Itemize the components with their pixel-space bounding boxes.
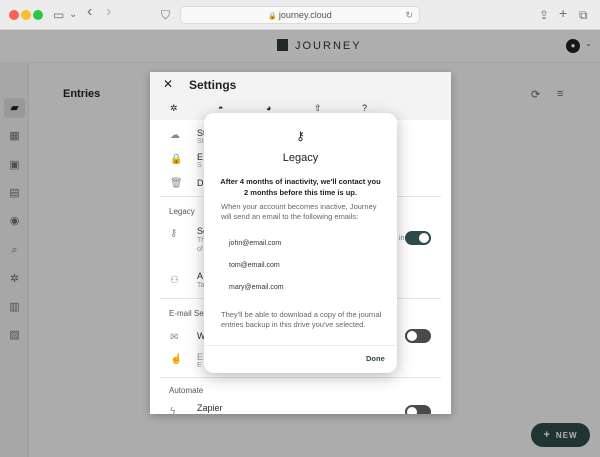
encryption-row-sub: S (197, 162, 202, 169)
legacy-section-title: Legacy (169, 207, 195, 216)
zoom-window-button[interactable] (33, 10, 43, 20)
tabs-overview-icon[interactable]: ⧉ (579, 7, 588, 23)
settings-title: Settings (189, 78, 237, 92)
toggle-knob (407, 407, 417, 414)
mail-icon: ✉ (170, 332, 179, 343)
legacy-modal-body: When your account becomes inactive, Jour… (221, 202, 377, 221)
reload-icon[interactable]: ↻ (405, 7, 413, 23)
legacy-modal-footer-text: They'll be able to download a copy of th… (221, 310, 382, 329)
legacy-email-item: john@email.com (229, 240, 282, 247)
divider (204, 345, 397, 346)
browser-toolbar: ▭ ⌄ ‹ › ⛉ 🔒 journey.cloud ↻ ⇪ + ⧉ (0, 0, 600, 30)
delete-row-label[interactable]: D (197, 178, 204, 188)
storage-row-sub: St (197, 138, 204, 145)
add-contact-row-label[interactable]: A (197, 271, 203, 281)
close-icon[interactable]: ✕ (163, 77, 173, 91)
address-url: journey.cloud (278, 10, 332, 20)
chevron-down-icon[interactable]: ⌄ (69, 7, 77, 23)
legacy-modal: ⚷ Legacy After 4 months of inactivity, w… (204, 113, 397, 373)
minimize-window-button[interactable] (21, 10, 31, 20)
legacy-toggle[interactable] (405, 231, 431, 245)
forward-icon[interactable]: › (106, 4, 111, 20)
zapier-toggle[interactable] (405, 405, 431, 414)
address-bar[interactable]: 🔒 journey.cloud ↻ (180, 6, 420, 24)
tab-general[interactable]: ✲ (170, 103, 178, 114)
add-person-icon: ⚇ (170, 275, 179, 286)
automate-section-title: Automate (169, 386, 204, 395)
done-button[interactable]: Done (366, 354, 385, 363)
legacy-email-item: tom@email.com (229, 262, 280, 269)
toggle-knob (419, 233, 429, 243)
weekly-email-toggle[interactable] (405, 329, 431, 343)
lock-icon: 🔒 (268, 13, 277, 20)
email-section-title: E-mail Se (169, 309, 204, 318)
tab-account[interactable]: ◓ (218, 103, 223, 113)
hand-icon: ☝ (170, 354, 183, 365)
divider (160, 377, 441, 378)
back-icon[interactable]: ‹ (87, 4, 92, 20)
new-tab-icon[interactable]: + (559, 5, 567, 21)
trash-icon: 🗑 (170, 178, 183, 189)
cloud-icon: ☁ (170, 130, 180, 141)
email-option-row-sub: E (197, 362, 202, 369)
email-option-row-label[interactable]: E (197, 352, 203, 362)
sidebar-toggle-icon[interactable]: ▭ (53, 7, 64, 23)
lock-icon: 🔒 (170, 154, 183, 165)
share-icon[interactable]: ⇪ (539, 7, 549, 23)
tab-help[interactable]: ? (362, 103, 367, 113)
zapier-icon: ϟ (170, 406, 176, 414)
close-window-button[interactable] (9, 10, 19, 20)
encryption-row-label[interactable]: E (197, 152, 203, 162)
legacy-modal-lead: After 4 months of inactivity, we'll cont… (220, 177, 381, 197)
keys-icon: ⚷ (296, 129, 305, 143)
legacy-toggle-label: in (399, 235, 405, 242)
legacy-email-item: mary@email.com (229, 284, 284, 291)
keys-icon: ⚷ (170, 228, 178, 239)
legacy-modal-title: Legacy (282, 152, 319, 164)
zapier-row-label[interactable]: Zapier (197, 403, 223, 413)
legacy-row-sub-2: of (197, 246, 203, 253)
tab-theme[interactable]: ◕ (266, 103, 271, 113)
shield-icon[interactable]: ⛉ (161, 7, 170, 23)
toggle-knob (407, 331, 417, 341)
